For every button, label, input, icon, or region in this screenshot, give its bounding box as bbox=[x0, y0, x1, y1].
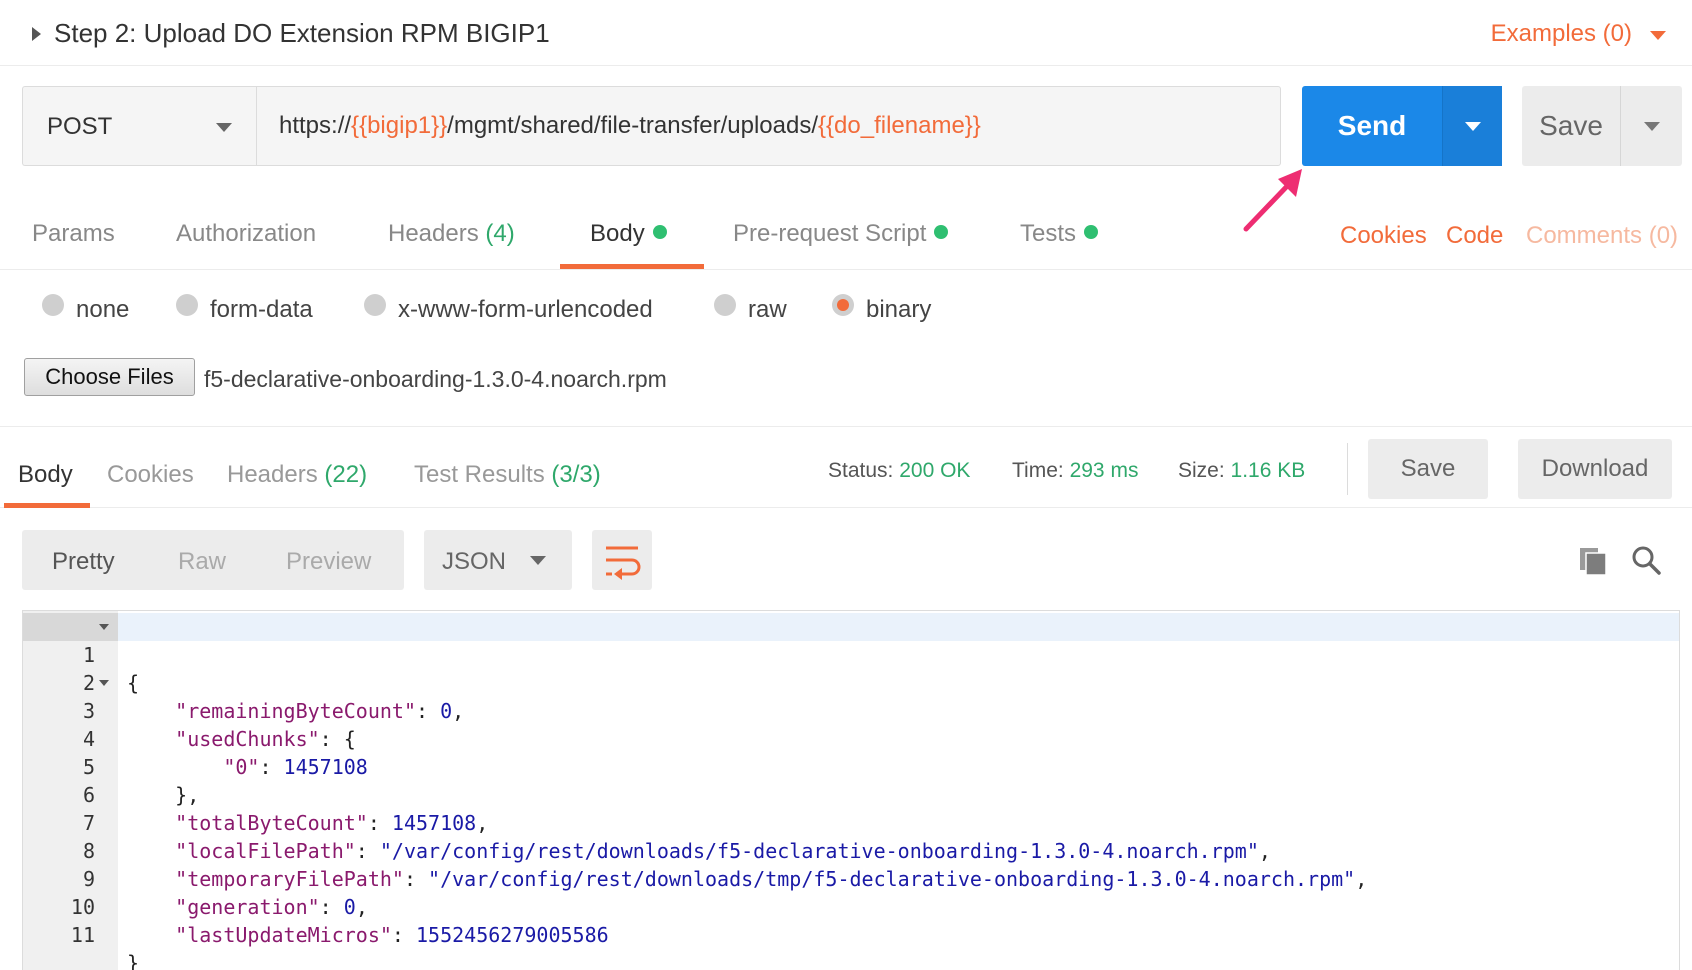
code-line: 9 "generation": 0, bbox=[82, 867, 368, 919]
test-results-count: (3/3) bbox=[551, 461, 601, 488]
code-line: 5 }, bbox=[82, 755, 200, 807]
url-variable-bigip1: {{bigip1}} bbox=[351, 112, 448, 139]
request-tabs: Params Authorization Headers (4) Body Pr… bbox=[0, 186, 1692, 270]
examples-dropdown[interactable]: Examples (0) bbox=[1491, 20, 1632, 48]
status-readout: Status: 200 OK bbox=[828, 459, 971, 482]
view-mode-toggle: Pretty Raw Preview bbox=[22, 530, 404, 590]
radio-circle-icon bbox=[176, 294, 198, 316]
chevron-down-icon bbox=[1644, 122, 1660, 131]
headers-count: (4) bbox=[485, 220, 515, 247]
view-raw[interactable]: Raw bbox=[178, 548, 226, 576]
resp-tab-body[interactable]: Body bbox=[18, 461, 73, 489]
request-title[interactable]: Step 2: Upload DO Extension RPM BIGIP1 bbox=[54, 18, 550, 49]
code-line: 3 "usedChunks": { bbox=[23, 669, 1679, 751]
method-value: POST bbox=[47, 113, 113, 140]
active-tab-indicator bbox=[4, 503, 90, 508]
send-button[interactable]: Send bbox=[1302, 86, 1502, 166]
size-value: 1.16 KB bbox=[1230, 459, 1306, 482]
code-line: 4 "0": 1457108 bbox=[82, 727, 368, 779]
search-icon[interactable] bbox=[1630, 544, 1662, 576]
status-dot-icon bbox=[652, 225, 667, 239]
format-value: JSON bbox=[442, 548, 507, 575]
radio-selected-icon bbox=[832, 294, 854, 316]
status-dot-icon bbox=[934, 225, 949, 239]
expand-caret-icon[interactable] bbox=[32, 27, 41, 41]
fold-toggle-icon[interactable] bbox=[99, 680, 109, 686]
wrap-lines-icon bbox=[606, 546, 641, 580]
view-pretty[interactable]: Pretty bbox=[52, 548, 115, 576]
resp-tab-cookies[interactable]: Cookies bbox=[107, 461, 194, 489]
chevron-down-icon[interactable] bbox=[1650, 31, 1666, 40]
save-request-button[interactable]: Save bbox=[1522, 86, 1682, 166]
view-preview[interactable]: Preview bbox=[286, 548, 371, 576]
radio-circle-icon bbox=[364, 294, 386, 316]
code-line: 2 "remainingByteCount": 0, bbox=[82, 671, 465, 723]
send-options-button[interactable] bbox=[1442, 86, 1502, 166]
resp-tab-headers[interactable]: Headers (22) bbox=[227, 461, 367, 489]
download-button[interactable]: Download bbox=[1518, 439, 1672, 499]
response-tabs: Body Cookies Headers (22) Test Results (… bbox=[0, 426, 1692, 508]
method-select[interactable]: POST bbox=[22, 86, 256, 166]
code-line: 11 } bbox=[70, 923, 140, 970]
comments-link[interactable]: Comments (0) bbox=[1526, 222, 1678, 250]
send-label: Send bbox=[1337, 110, 1407, 141]
copy-icon[interactable] bbox=[1578, 546, 1608, 576]
request-title-bar: Step 2: Upload DO Extension RPM BIGIP1 E… bbox=[0, 0, 1692, 66]
code-line: 6 "totalByteCount": 1457108, bbox=[82, 783, 489, 835]
save-response-button[interactable]: Save bbox=[1368, 439, 1488, 499]
chevron-down-icon bbox=[1465, 122, 1481, 131]
body-type-radio-group: none form-data x-www-form-urlencoded raw… bbox=[0, 290, 1692, 330]
selected-file-name: f5-declarative-onboarding-1.3.0-4.noarch… bbox=[204, 366, 667, 392]
status-dot-icon bbox=[1084, 225, 1099, 239]
wrap-lines-button[interactable] bbox=[592, 530, 652, 590]
tab-headers[interactable]: Headers (4) bbox=[388, 220, 515, 248]
radio-circle-icon bbox=[714, 294, 736, 316]
code-line: 7 "localFilePath": "/var/config/rest/dow… bbox=[82, 811, 1271, 863]
tab-authorization[interactable]: Authorization bbox=[176, 220, 316, 248]
chevron-down-icon bbox=[530, 556, 546, 565]
code-line: 1 { bbox=[23, 613, 1679, 695]
response-body-editor[interactable]: 1 { 2 "remainingByteCount": 0, 3 "usedCh… bbox=[22, 610, 1680, 970]
code-line: 8 "temporaryFilePath": "/var/config/rest… bbox=[82, 839, 1368, 891]
url-input[interactable]: https://{{bigip1}}/mgmt/shared/file-tran… bbox=[256, 86, 1281, 166]
radio-circle-icon bbox=[42, 294, 64, 316]
url-value: https://{{bigip1}}/mgmt/shared/file-tran… bbox=[279, 112, 981, 139]
size-readout: Size: 1.16 KB bbox=[1178, 459, 1306, 482]
code-link[interactable]: Code bbox=[1446, 222, 1503, 250]
divider bbox=[1347, 443, 1348, 495]
format-select[interactable]: JSON bbox=[424, 530, 572, 590]
cookies-link[interactable]: Cookies bbox=[1340, 222, 1427, 250]
time-readout: Time: 293 ms bbox=[1012, 459, 1139, 482]
choose-files-button[interactable]: Choose Files bbox=[24, 358, 195, 396]
time-value: 293 ms bbox=[1069, 459, 1139, 482]
save-label: Save bbox=[1539, 110, 1603, 141]
tab-body[interactable]: Body bbox=[590, 220, 667, 248]
fold-toggle-icon[interactable] bbox=[99, 624, 109, 630]
tab-prerequest-script[interactable]: Pre-request Script bbox=[733, 220, 949, 248]
chevron-down-icon bbox=[216, 123, 232, 132]
tab-params[interactable]: Params bbox=[32, 220, 115, 248]
active-tab-indicator bbox=[560, 264, 704, 269]
tab-tests[interactable]: Tests bbox=[1020, 220, 1099, 248]
code-line: 10 "lastUpdateMicros": 1552456279005586 bbox=[70, 895, 609, 947]
status-value: 200 OK bbox=[899, 459, 971, 482]
resp-tab-test-results[interactable]: Test Results (3/3) bbox=[414, 461, 601, 489]
resp-headers-count: (22) bbox=[324, 461, 368, 488]
url-variable-do-filename: {{do_filename}} bbox=[818, 112, 981, 139]
save-options-button[interactable] bbox=[1620, 86, 1682, 166]
